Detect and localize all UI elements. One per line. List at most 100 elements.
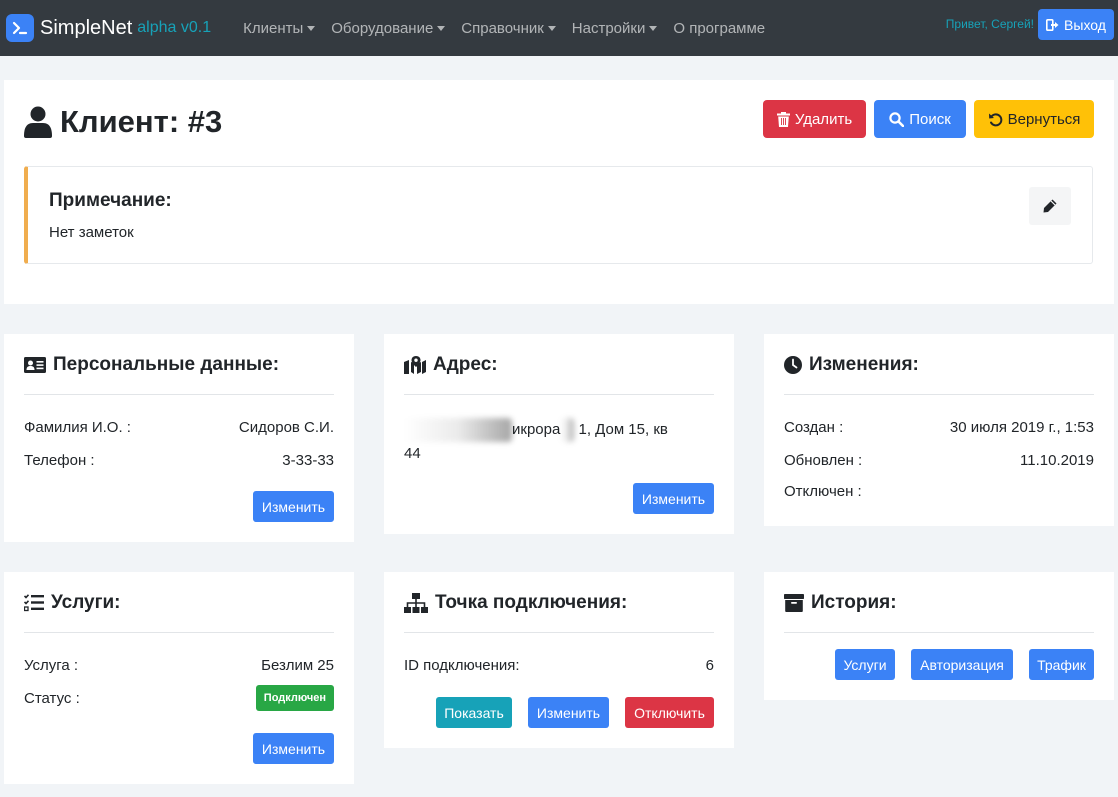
history-card: История: Услуги Авторизация Трафик: [764, 572, 1114, 700]
redacted-address-part: xx: [560, 418, 575, 442]
info-row: Создан : 30 июля 2019 г., 1:53: [784, 419, 1094, 436]
status-label: Статус :: [24, 689, 80, 707]
logout-button[interactable]: Выход: [1038, 9, 1114, 40]
menu-clients-label: Клиенты: [243, 19, 304, 37]
service-label: Услуга :: [24, 657, 79, 674]
redacted-address-part: xxxxxxxxxx: [404, 418, 512, 442]
brand[interactable]: SimpleNet alpha v0.1: [6, 14, 211, 42]
client-title-text: Клиент: #3: [60, 104, 223, 139]
show-connection-button[interactable]: Показать: [436, 697, 512, 728]
edit-address-label: Изменить: [641, 490, 706, 507]
search-icon: [889, 111, 905, 127]
address-text: xxxxxxxxxxикрораxx 1, Дом 15, кв 44: [404, 418, 714, 466]
services-title: Услуги:: [24, 592, 121, 614]
menu-settings[interactable]: Настройки: [564, 20, 666, 37]
page-title: Клиент: #3: [24, 104, 222, 140]
menu-about[interactable]: О программе: [665, 20, 773, 37]
edit-personal-label: Изменить: [261, 498, 326, 515]
updated-value: 11.10.2019: [1020, 452, 1094, 469]
back-label: Вернуться: [1007, 110, 1081, 128]
personal-data-title-text: Персональные данные:: [53, 354, 280, 375]
pencil-icon: [1043, 199, 1057, 213]
disconnect-label: Отключить: [634, 704, 705, 721]
brand-version: alpha v0.1: [137, 19, 212, 36]
brand-name: SimpleNet: [40, 16, 133, 39]
menu-about-label: О программе: [673, 19, 766, 37]
history-title: История:: [784, 592, 897, 614]
divider: [784, 632, 1094, 633]
created-value: 30 июля 2019 г., 1:53: [949, 419, 1094, 436]
connection-card: Точка подключения: ID подключения: 6 Пок…: [384, 572, 734, 748]
sign-out-icon: [1046, 18, 1059, 31]
phone-label: Телефон :: [24, 452, 95, 469]
history-traffic-label: Трафик: [1037, 656, 1086, 673]
search-button[interactable]: Поиск: [874, 100, 966, 138]
divider: [24, 394, 334, 395]
history-services-button[interactable]: Услуги: [835, 649, 895, 680]
user-greeting[interactable]: Привет, Сергей!: [946, 17, 1034, 31]
chevron-down-icon: [307, 25, 316, 31]
info-row: Телефон : 3-33-33: [24, 452, 334, 469]
menu-reference[interactable]: Справочник: [453, 20, 564, 37]
chevron-down-icon: [547, 25, 556, 31]
edit-connection-label: Изменить: [536, 704, 601, 721]
history-traffic-button[interactable]: Трафик: [1029, 649, 1094, 680]
menu-reference-label: Справочник: [461, 19, 544, 37]
changes-title-text: Изменения:: [809, 354, 919, 375]
connection-id-value: 6: [705, 657, 714, 674]
address-fragment: икрора: [512, 421, 561, 438]
connection-title-text: Точка подключения:: [435, 592, 628, 613]
address-card: Адрес: xxxxxxxxxxикрораxx 1, Дом 15, кв …: [384, 334, 734, 534]
services-title-text: Услуги:: [51, 592, 121, 613]
navbar: SimpleNet alpha v0.1 Клиенты Оборудовани…: [0, 0, 1118, 56]
info-row: Отключен :: [784, 483, 1094, 500]
main-menu: Клиенты Оборудование Справочник Настройк…: [235, 20, 773, 37]
tasks-icon: [24, 594, 44, 612]
menu-settings-label: Настройки: [571, 19, 646, 37]
user-icon: [24, 106, 52, 138]
address-fragment: 44: [404, 445, 421, 462]
menu-equipment[interactable]: Оборудование: [323, 20, 453, 37]
note-title: Примечание:: [49, 190, 172, 211]
changes-title: Изменения:: [784, 354, 919, 376]
address-title-text: Адрес:: [433, 354, 498, 375]
info-row: Услуга : Безлим 25: [24, 657, 334, 674]
info-row: Обновлен : 11.10.2019: [784, 452, 1094, 469]
history-auth-button[interactable]: Авторизация: [911, 649, 1013, 680]
fio-value: Сидоров С.И.: [238, 419, 334, 436]
disconnect-button[interactable]: Отключить: [625, 697, 714, 728]
note-text: Нет заметок: [49, 224, 134, 241]
edit-address-button[interactable]: Изменить: [633, 483, 714, 514]
back-button[interactable]: Вернуться: [974, 100, 1094, 138]
phone-value: 3-33-33: [282, 452, 334, 469]
personal-data-title: Персональные данные:: [24, 354, 279, 376]
id-card-icon: [24, 357, 46, 373]
menu-clients[interactable]: Клиенты: [235, 20, 323, 37]
connection-id-label: ID подключения:: [404, 657, 520, 674]
services-card: Услуги: Услуга : Безлим 25 Статус : Подк…: [4, 572, 354, 784]
edit-services-button[interactable]: Изменить: [253, 733, 334, 764]
changes-card: Изменения: Создан : 30 июля 2019 г., 1:5…: [764, 334, 1114, 526]
undo-icon: [988, 112, 1002, 126]
network-icon: [404, 593, 428, 613]
edit-services-label: Изменить: [261, 740, 326, 757]
info-row: Фамилия И.О. : Сидоров С.И.: [24, 419, 334, 436]
chevron-down-icon: [649, 25, 658, 31]
edit-note-button[interactable]: [1029, 187, 1071, 225]
map-marked-icon: [404, 356, 426, 374]
archive-icon: [784, 594, 804, 612]
delete-button[interactable]: Удалить: [763, 100, 866, 138]
edit-connection-button[interactable]: Изменить: [528, 697, 609, 728]
updated-label: Обновлен :: [784, 452, 863, 469]
address-fragment: 1, Дом 15, кв: [578, 421, 668, 438]
edit-personal-button[interactable]: Изменить: [253, 491, 334, 522]
client-header-card: Клиент: #3 Удалить Поиск Вернуться Приме…: [4, 80, 1114, 304]
show-connection-label: Показать: [444, 704, 504, 721]
chevron-down-icon: [437, 25, 446, 31]
note-panel: Примечание: Нет заметок: [24, 166, 1093, 264]
info-row: ID подключения: 6: [404, 657, 714, 674]
trash-icon: [776, 111, 790, 127]
info-row: Статус : Подключен: [24, 685, 334, 711]
divider: [404, 632, 714, 633]
fio-label: Фамилия И.О. :: [24, 419, 131, 436]
